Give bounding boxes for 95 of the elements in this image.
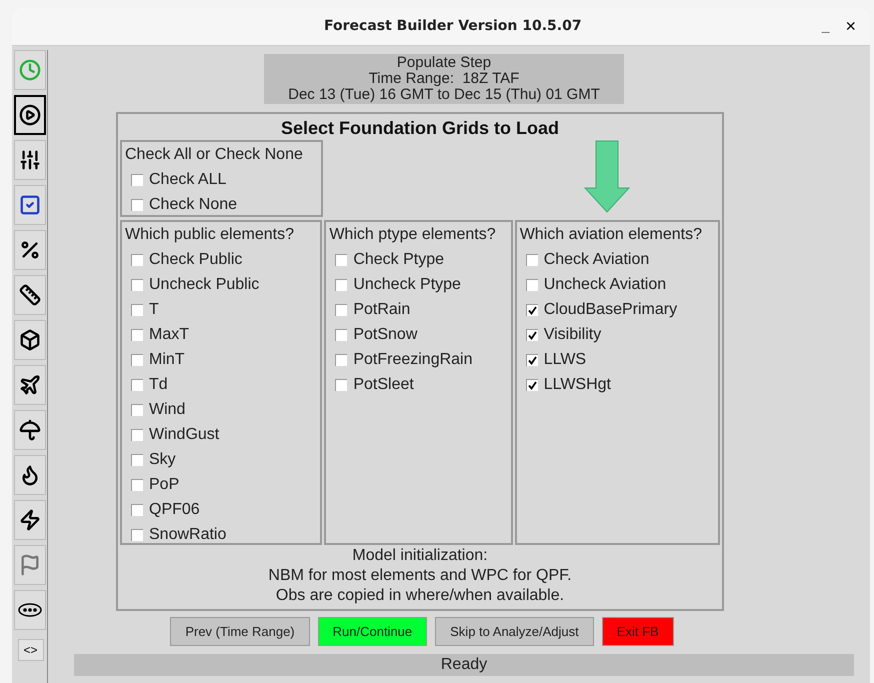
checkbox[interactable] [131,404,143,416]
checkbox[interactable] [335,378,348,390]
checkbox[interactable] [131,528,143,540]
checkbox-label: Visibility [544,324,602,344]
checkbox-label: QPF06 [149,500,200,520]
checkbox[interactable] [526,304,538,316]
checkbox-label: Uncheck Public [149,274,260,294]
toolbar-button[interactable] [14,185,46,225]
cube-icon [19,329,41,351]
checkbox[interactable] [131,354,143,366]
checkbox[interactable] [335,328,348,340]
toolbar-button[interactable] [14,140,46,180]
toolbar-button[interactable] [14,455,46,495]
checkbox[interactable] [131,454,143,466]
checkbox-label: SnowRatio [149,524,226,544]
clock-icon [19,59,41,81]
checkbox[interactable] [131,428,143,440]
ellipsis-icon [18,603,42,617]
note-text: NBM for most elements and WPC for QPF. [268,566,572,586]
toolbar-button[interactable] [14,590,46,630]
checkbox[interactable] [526,354,538,366]
toolbar-button[interactable] [14,500,46,540]
checkbox-label: LLWSHgt [544,374,611,394]
toolbar-button[interactable] [14,230,46,270]
toggle-button[interactable]: <> [18,639,44,661]
checkbox-label: Check Ptype [353,250,444,270]
checkbox-label: Td [149,374,168,394]
header-text: Time Range: 18Z TAF [368,71,520,87]
airplane-icon [19,374,41,396]
play-icon [19,104,41,126]
checkbox-label: LLWS [544,350,586,370]
checkbox-label: PotRain [353,300,410,320]
toolbar-button[interactable] [14,275,46,315]
precipitation-icon [19,239,41,261]
minimize-button[interactable]: _ [822,16,830,37]
checkbox-label: Uncheck Ptype [353,274,461,294]
checkbox[interactable] [526,254,538,266]
status-bar: Ready [74,654,854,676]
checkbox[interactable] [335,354,348,366]
toolbar-button[interactable] [14,365,46,405]
checkbox-label: CloudBasePrimary [544,300,678,320]
lightning-icon [19,509,41,531]
note-text: Model initialization: [352,546,488,566]
group-title: Which ptype elements? [328,225,497,245]
header-text: Populate Step [396,55,492,71]
checkbox-label: Check ALL [149,170,226,190]
checkbox-label: Check None [149,194,238,214]
checkbox-label: Wind [149,400,186,420]
checkbox[interactable] [131,174,143,186]
checkbox[interactable] [131,254,143,266]
checkbox-label: Sky [149,450,176,470]
toolbar-button[interactable] [14,410,46,450]
checkbox-label: PotSleet [353,374,414,394]
checkbox[interactable] [335,278,348,290]
toolbar-button[interactable] [14,95,46,135]
checkbox[interactable] [131,478,143,490]
checkbox-label: Check Public [149,250,242,270]
checkbox[interactable] [526,278,538,290]
group-title: Check All or Check None [124,145,304,165]
checkbox-label: MaxT [149,324,189,344]
checkbox-label: WindGust [149,424,220,444]
checkbox[interactable] [131,378,143,390]
checkbox[interactable] [526,328,538,340]
action-button[interactable]: Prev (Time Range) [170,617,310,646]
group-title: Which aviation elements? [518,225,704,245]
header-text: Dec 13 (Tue) 16 GMT to Dec 15 (Thu) 01 GMT [288,87,600,103]
ruler-icon [19,284,41,306]
checkbox[interactable] [335,304,348,316]
checkbox-label: Check Aviation [544,250,650,270]
checkbox[interactable] [131,328,143,340]
checkbox[interactable] [131,278,143,290]
checkbox-label: MinT [149,350,185,370]
checkbox-label: PotSnow [353,324,418,344]
action-button[interactable]: Run/Continue [318,617,428,646]
action-button[interactable]: Skip to Analyze/Adjust [435,617,594,646]
checkbox[interactable] [131,198,143,210]
checkbox[interactable] [131,304,143,316]
note-text: Obs are copied in where/when available. [276,586,564,606]
action-button[interactable]: Exit FB [602,617,674,646]
toolbar-button[interactable] [14,320,46,360]
checkbox[interactable] [526,378,538,390]
close-button[interactable]: × [845,13,856,40]
checkbox-label: PoP [149,474,180,494]
checkbox-label: T [149,300,159,320]
checkbox-label: PotFreezingRain [353,350,472,370]
sliders-icon [19,149,41,171]
checkbox[interactable] [131,504,143,516]
down-arrow-icon [584,140,630,214]
checkbox-icon [19,194,41,216]
panel-title: Select Foundation Grids to Load [280,117,560,140]
umbrella-icon [19,419,41,441]
window-title: Forecast Builder Version 10.5.07 [324,17,582,36]
group-title: Which public elements? [124,225,295,245]
checkbox[interactable] [335,254,348,266]
checkbox-label: Uncheck Aviation [544,274,666,294]
